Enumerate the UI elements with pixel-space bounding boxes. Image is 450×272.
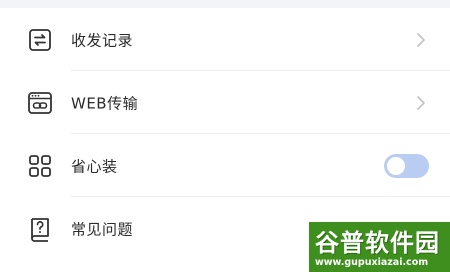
menu-item-label: WEB传输 [71, 94, 139, 112]
top-section-edge [0, 0, 450, 8]
watermark-url: www.gupuxiazai.com [315, 257, 429, 268]
toggle-knob [387, 156, 405, 175]
menu-item-easy-install: 省心装 [0, 134, 450, 197]
menu-item-label: 常见问题 [71, 220, 134, 238]
transfer-record-icon [27, 27, 53, 53]
watermark-logo: 谷普软件园 www.gupuxiazai.com [309, 222, 450, 272]
menu-item-web-transfer[interactable]: WEB传输 [0, 71, 450, 134]
watermark-title: 谷普软件园 [315, 229, 440, 257]
menu-item-transfer-records[interactable]: 收发记录 [0, 8, 450, 71]
chevron-right-icon [416, 32, 426, 48]
help-book-icon [27, 216, 53, 242]
chevron-right-icon [416, 95, 426, 111]
menu-item-label: 省心装 [71, 157, 118, 175]
easy-install-toggle[interactable] [384, 153, 429, 178]
grid-apps-icon [27, 153, 53, 179]
menu-item-label: 收发记录 [71, 31, 134, 49]
web-transfer-icon [27, 90, 53, 116]
